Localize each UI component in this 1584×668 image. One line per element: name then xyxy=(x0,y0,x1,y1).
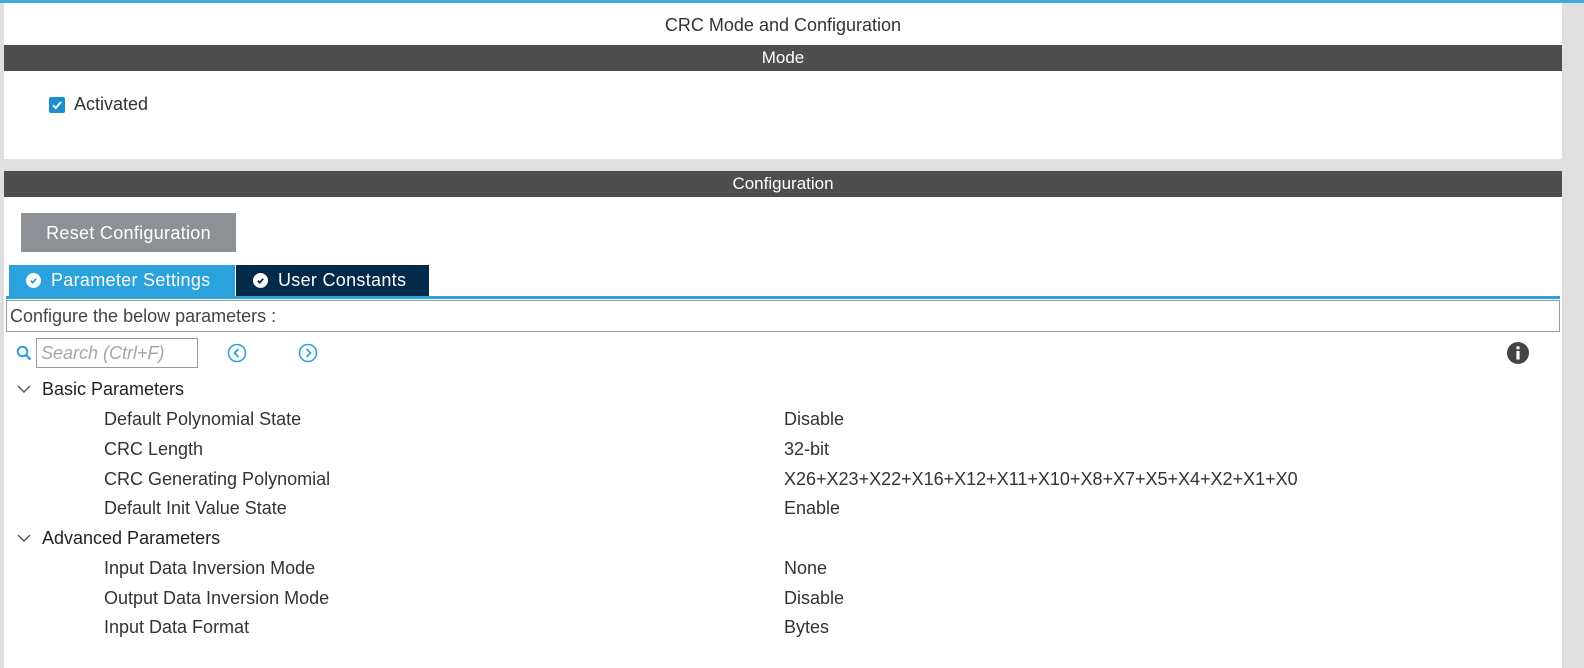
param-name: Output Data Inversion Mode xyxy=(104,588,330,608)
reset-configuration-button[interactable]: Reset Configuration xyxy=(21,213,236,252)
search-icon[interactable] xyxy=(16,345,32,361)
chevron-down-icon[interactable] xyxy=(16,385,32,394)
group-label: Basic Parameters xyxy=(42,379,185,399)
activated-checkbox[interactable] xyxy=(49,96,65,113)
param-value: X26+X23+X22+X16+X12+X11+X10+X8+X7+X5+X4+… xyxy=(784,469,1298,489)
tab-label: Parameter Settings xyxy=(51,270,211,290)
configuration-panel: Configuration Reset Configuration Parame… xyxy=(4,171,1562,668)
tab-underline xyxy=(6,296,1560,299)
chevron-down-icon[interactable] xyxy=(16,534,32,543)
param-row[interactable]: Input Data Format Bytes xyxy=(4,613,1562,643)
mode-header: Mode xyxy=(4,45,1562,71)
param-value: Disable xyxy=(784,588,845,608)
group-advanced-parameters[interactable]: Advanced Parameters xyxy=(16,528,220,549)
param-row[interactable]: Default Init Value State Enable xyxy=(4,494,1562,524)
activated-checkbox-row[interactable]: Activated xyxy=(49,94,148,115)
search-input[interactable] xyxy=(36,338,198,368)
param-name: CRC Generating Polynomial xyxy=(104,469,331,489)
param-name: CRC Length xyxy=(104,439,204,459)
param-value: Disable xyxy=(784,409,845,429)
param-name: Default Polynomial State xyxy=(104,409,302,429)
param-value: Enable xyxy=(784,498,841,518)
param-name: Input Data Inversion Mode xyxy=(104,558,316,578)
check-circle-icon xyxy=(26,273,41,288)
tab-label: User Constants xyxy=(278,270,407,290)
param-name: Input Data Format xyxy=(104,617,250,637)
param-row[interactable]: CRC Length 32-bit xyxy=(4,435,1562,465)
param-row[interactable]: CRC Generating Polynomial X26+X23+X22+X1… xyxy=(4,465,1562,495)
param-value: None xyxy=(784,558,828,578)
circle-chevron-right-icon[interactable] xyxy=(298,343,318,363)
param-row[interactable]: Output Data Inversion Mode Disable xyxy=(4,584,1562,614)
checkmark-icon xyxy=(52,100,62,109)
info-icon[interactable] xyxy=(1506,341,1530,365)
param-value: Bytes xyxy=(784,617,830,637)
tab-user-constants[interactable]: User Constants xyxy=(236,265,429,296)
parameters-description: Configure the below parameters : xyxy=(6,300,1560,332)
param-row[interactable]: Input Data Inversion Mode None xyxy=(4,554,1562,584)
param-name: Default Init Value State xyxy=(104,498,287,518)
param-value: 32-bit xyxy=(784,439,830,459)
page-title: CRC Mode and Configuration xyxy=(664,15,902,35)
group-label: Advanced Parameters xyxy=(42,528,221,548)
tab-parameter-settings[interactable]: Parameter Settings xyxy=(9,265,235,296)
activated-label: Activated xyxy=(74,94,149,114)
param-row[interactable]: Default Polynomial State Disable xyxy=(4,405,1562,435)
circle-chevron-left-icon[interactable] xyxy=(227,343,247,363)
mode-panel: CRC Mode and Configuration Mode Activate… xyxy=(4,3,1562,159)
check-circle-icon xyxy=(253,273,268,288)
group-basic-parameters[interactable]: Basic Parameters xyxy=(16,379,184,400)
configuration-header: Configuration xyxy=(4,171,1562,197)
search-toolbar xyxy=(16,338,1546,368)
